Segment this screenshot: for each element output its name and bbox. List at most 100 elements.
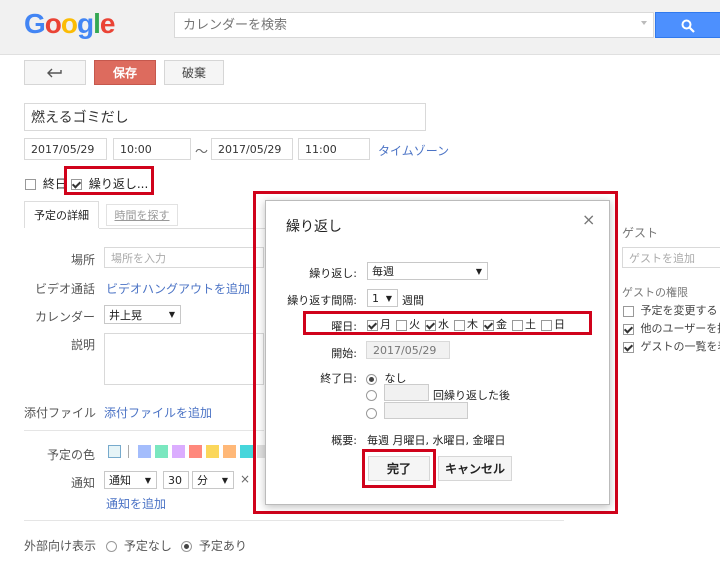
weekday-label: 金 xyxy=(496,318,507,331)
perm-modify-row[interactable]: 予定を変更する xyxy=(623,302,718,318)
video-hangout-link[interactable]: ビデオハングアウトを追加 xyxy=(106,280,250,297)
guest-permissions-title: ゲストの権限 xyxy=(622,286,688,299)
attachment-link[interactable]: 添付ファイルを追加 xyxy=(104,404,212,421)
summary-text: 毎週 月曜日, 水曜日, 金曜日 xyxy=(367,434,506,447)
end-time-field[interactable]: 11:00 xyxy=(298,138,370,160)
color-swatch[interactable] xyxy=(205,445,219,458)
end-date-input[interactable] xyxy=(384,402,468,419)
search-box[interactable] xyxy=(174,12,654,38)
repeat-start-field[interactable]: 2017/05/29 xyxy=(366,341,450,359)
search-button[interactable] xyxy=(655,12,720,38)
repeat-checkbox[interactable] xyxy=(71,179,82,190)
calendar-select[interactable]: 井上晃 ▼ xyxy=(104,305,181,324)
date-separator: 〜 xyxy=(195,145,209,160)
color-swatch[interactable] xyxy=(239,445,253,458)
radio-button[interactable] xyxy=(106,541,117,552)
notify-unit-value: 分 xyxy=(197,474,208,487)
end-after-option[interactable] xyxy=(366,388,377,402)
description-label: 説明 xyxy=(70,338,95,352)
attachment-label: 添付ファイル xyxy=(24,406,97,420)
weekday-option[interactable]: 土 xyxy=(512,318,536,331)
save-button[interactable]: 保存 xyxy=(94,60,156,85)
add-notification-link[interactable]: 通知を追加 xyxy=(106,495,166,512)
logo-letter: e xyxy=(99,8,116,39)
start-date-field[interactable]: 2017/05/29 xyxy=(24,138,107,160)
color-swatch[interactable] xyxy=(188,445,202,458)
interval-select[interactable]: 1 ▼ xyxy=(367,289,398,307)
search-input[interactable] xyxy=(175,13,631,37)
allday-checkbox[interactable] xyxy=(25,179,36,190)
color-default-swatch[interactable] xyxy=(108,445,121,458)
notify-remove-icon[interactable]: × xyxy=(240,472,250,486)
back-button[interactable] xyxy=(24,60,86,85)
weekday-checkbox[interactable] xyxy=(396,319,407,331)
video-label: ビデオ通話 xyxy=(34,282,95,296)
notify-value-input[interactable]: 30 xyxy=(163,471,189,489)
visibility-none-option[interactable]: 予定なし xyxy=(106,537,172,554)
end-on-date-option[interactable] xyxy=(366,406,377,420)
dialog-title: 繰り返し xyxy=(286,219,342,235)
perm-see-list-row[interactable]: ゲストの一覧を表 xyxy=(623,338,720,354)
radio-button[interactable] xyxy=(366,408,377,419)
notify-type-select[interactable]: 通知 ▼ xyxy=(104,471,157,489)
repeat-type-value: 毎週 xyxy=(372,265,394,278)
end-after-label: 回繰り返した後 xyxy=(433,389,510,402)
cancel-button[interactable]: キャンセル xyxy=(438,456,512,481)
weekday-checkbox[interactable] xyxy=(367,319,378,331)
color-swatch[interactable] xyxy=(171,445,185,458)
weekday-checkbox[interactable] xyxy=(512,319,523,331)
perm-see-list-checkbox[interactable] xyxy=(623,341,634,353)
add-guest-input[interactable]: ゲストを追加 xyxy=(622,247,720,268)
color-swatch-row xyxy=(108,444,274,458)
visibility-busy-option[interactable]: 予定あり xyxy=(181,537,247,554)
event-title-field[interactable]: 燃えるゴミだし xyxy=(24,103,426,131)
timezone-link[interactable]: タイムゾーン xyxy=(378,142,449,159)
weekday-checkbox[interactable] xyxy=(425,319,436,331)
close-icon[interactable]: × xyxy=(582,210,595,229)
tab-underline xyxy=(99,228,269,229)
weekday-option[interactable]: 月 xyxy=(367,318,391,331)
color-swatch[interactable] xyxy=(137,445,151,458)
done-button[interactable]: 完了 xyxy=(368,456,430,481)
notify-unit-select[interactable]: 分 ▼ xyxy=(192,471,234,489)
interval-label: 繰り返す間隔: xyxy=(287,294,357,307)
weekday-option[interactable]: 火 xyxy=(396,318,420,331)
weekday-checkbox[interactable] xyxy=(454,319,465,331)
tab-find-time[interactable]: 時間を探す xyxy=(106,204,178,226)
weekday-label: 火 xyxy=(409,318,420,331)
interval-value: 1 xyxy=(372,291,379,305)
weekday-checkbox[interactable] xyxy=(541,319,552,331)
end-date-field[interactable]: 2017/05/29 xyxy=(211,138,293,160)
description-textarea[interactable] xyxy=(104,333,264,385)
location-input[interactable]: 場所を入力 xyxy=(104,247,264,268)
occurrence-count-input[interactable] xyxy=(384,384,429,401)
perm-invite-checkbox[interactable] xyxy=(623,323,634,335)
tab-details[interactable]: 予定の詳細 xyxy=(24,201,99,228)
radio-button[interactable] xyxy=(181,541,192,552)
search-dropdown-arrow-icon[interactable] xyxy=(641,21,647,25)
weekday-checkbox[interactable] xyxy=(483,319,494,331)
color-separator xyxy=(127,445,129,458)
logo-letter: o xyxy=(60,8,78,39)
repeat-label[interactable]: 繰り返し... xyxy=(89,177,148,191)
weekday-option[interactable]: 日 xyxy=(541,318,565,331)
google-logo[interactable]: Google xyxy=(24,8,116,40)
perm-modify-checkbox[interactable] xyxy=(623,305,634,317)
radio-button[interactable] xyxy=(366,390,377,401)
discard-button[interactable]: 破棄 xyxy=(164,60,224,85)
weekday-option[interactable]: 木 xyxy=(454,318,478,331)
divider xyxy=(24,520,564,521)
color-swatch[interactable] xyxy=(222,445,236,458)
allday-row[interactable]: 終日 xyxy=(25,175,67,192)
perm-invite-row[interactable]: 他のユーザーを招 xyxy=(623,320,720,336)
weekday-option[interactable]: 水 xyxy=(425,318,449,331)
repeat-row[interactable]: 繰り返し... xyxy=(71,175,148,192)
perm-invite-label: 他のユーザーを招 xyxy=(640,322,720,335)
color-label: 予定の色 xyxy=(46,448,95,462)
location-label: 場所 xyxy=(70,253,95,267)
weekday-option[interactable]: 金 xyxy=(483,318,507,331)
color-swatch[interactable] xyxy=(154,445,168,458)
start-time-field[interactable]: 10:00 xyxy=(113,138,191,160)
repeat-type-select[interactable]: 毎週 ▼ xyxy=(367,262,488,280)
radio-button[interactable] xyxy=(366,373,377,385)
